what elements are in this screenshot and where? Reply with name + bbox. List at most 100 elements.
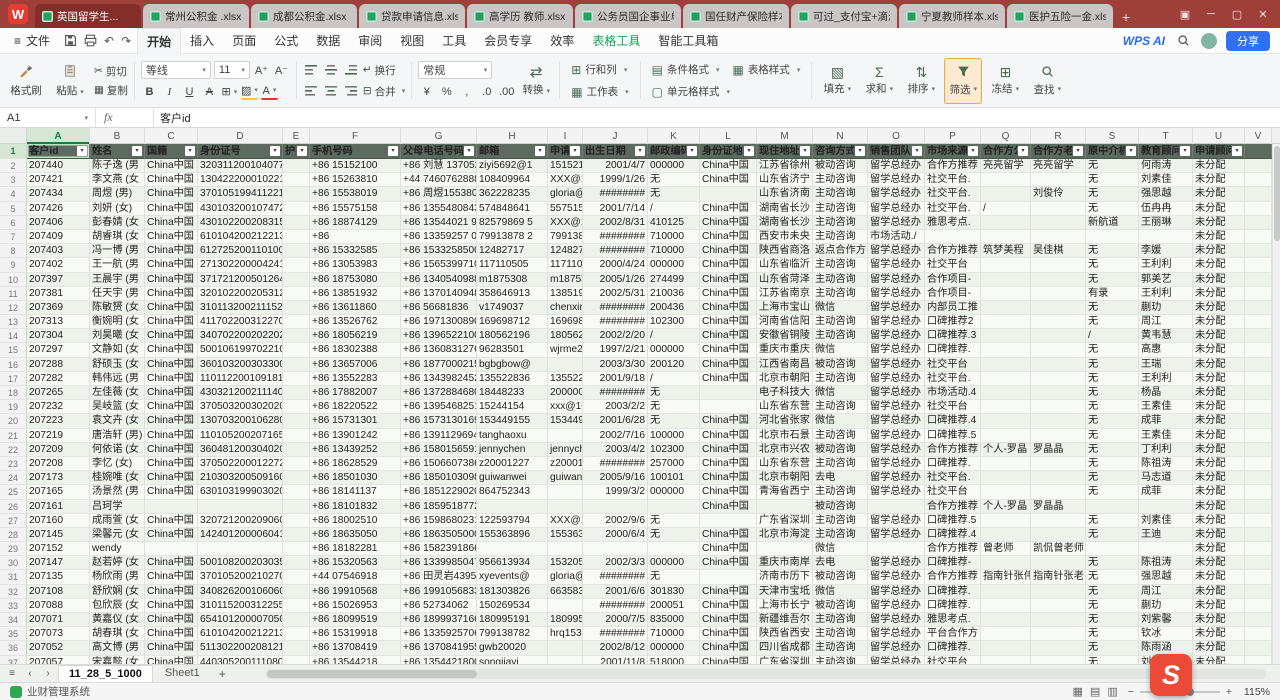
cell[interactable]: 李媛 [1139, 244, 1193, 258]
row-number[interactable]: 17 [0, 372, 27, 386]
header-cell[interactable]: 姓名▾ [90, 144, 145, 159]
cell[interactable]: 55751588 [548, 202, 583, 216]
cell[interactable]: 主动咨询 [813, 216, 868, 230]
filter-dropdown-icon[interactable]: ▾ [1073, 146, 1083, 156]
cell[interactable]: 未分配 [1193, 202, 1245, 216]
cell[interactable]: 未分配 [1193, 599, 1245, 613]
cell[interactable]: +86 1372884680 [401, 386, 477, 400]
cell[interactable]: 青海省西宁 [757, 485, 813, 499]
cell[interactable]: 电子科技大 [757, 386, 813, 400]
row-number[interactable]: 33 [0, 599, 27, 613]
cell[interactable] [700, 386, 757, 400]
cell[interactable]: +86 15538019 [310, 187, 401, 201]
cell[interactable] [1031, 216, 1086, 230]
cell[interactable]: 未分配 [1193, 556, 1245, 570]
cell[interactable]: 高文博 (男 [90, 641, 145, 655]
underline-button[interactable]: U [181, 83, 198, 100]
cell[interactable]: 835000 [648, 613, 700, 627]
cell[interactable]: 成菲 [1139, 485, 1193, 499]
cell[interactable]: 207403 [27, 244, 90, 258]
filter-dropdown-icon[interactable]: ▾ [77, 146, 87, 156]
cell[interactable]: 新航道 [1086, 216, 1139, 230]
cell[interactable] [283, 202, 310, 216]
cell[interactable]: 无 [1086, 485, 1139, 499]
cell[interactable]: 无 [1086, 187, 1139, 201]
cell[interactable] [283, 159, 310, 173]
cell[interactable] [283, 414, 310, 428]
cell[interactable]: 1997/2/21 [583, 343, 648, 357]
cell[interactable]: 未分配 [1193, 244, 1245, 258]
cell[interactable]: 黄嘉仪 (女 [90, 613, 145, 627]
cell[interactable]: 山东省济南 [757, 187, 813, 201]
cell[interactable]: +86 13611860 [310, 301, 401, 315]
column-header-Q[interactable]: Q [981, 128, 1031, 144]
cell[interactable] [198, 500, 283, 514]
cell[interactable]: 袁文卉 (女 [90, 414, 145, 428]
cell[interactable]: 2002/7/16 [583, 429, 648, 443]
cell[interactable] [1031, 173, 1086, 187]
cell[interactable]: 210036 [648, 287, 700, 301]
cell[interactable]: 610104200212213421 [198, 230, 283, 244]
cell[interactable]: ######## [583, 301, 648, 315]
workspace-icon[interactable]: ▣ [1172, 0, 1198, 28]
cell[interactable]: 被动咨询 [813, 500, 868, 514]
cell[interactable]: China中国 [700, 471, 757, 485]
cell[interactable]: 210303200509160922 [198, 471, 283, 485]
cell[interactable]: 留学总经办 [868, 641, 925, 655]
worksheet-button[interactable]: ▦工作表▾ [566, 83, 633, 101]
cell[interactable]: 主动咨询 [813, 230, 868, 244]
cell[interactable]: 王利利 [1139, 287, 1193, 301]
cell[interactable]: 82579869 5 [477, 216, 548, 230]
cell[interactable] [283, 301, 310, 315]
cell[interactable]: 未分配 [1193, 273, 1245, 287]
row-number[interactable]: 16 [0, 358, 27, 372]
cell[interactable] [283, 173, 310, 187]
menu-tab-表格工具[interactable]: 表格工具 [583, 28, 649, 54]
cell[interactable]: 2000/4/24 [583, 258, 648, 272]
cell[interactable] [1031, 372, 1086, 386]
search-icon[interactable] [1171, 34, 1196, 47]
cell[interactable]: 207440 [27, 159, 90, 173]
cell[interactable] [981, 386, 1031, 400]
cell[interactable]: +86 18220522 [310, 400, 401, 414]
rows-cols-button[interactable]: ⊞行和列▾ [566, 61, 633, 79]
cell[interactable]: 河北省张家 [757, 414, 813, 428]
cell[interactable]: 赵若婷 (女 [90, 556, 145, 570]
cell[interactable]: 155363896 [477, 528, 548, 542]
cell[interactable]: 207088 [27, 599, 90, 613]
column-header-C[interactable]: C [145, 128, 198, 144]
cell[interactable]: 口碑推荐.4 [925, 528, 981, 542]
cell[interactable]: ######## [583, 599, 648, 613]
cell[interactable]: 留学总经办 [868, 656, 925, 664]
cell[interactable]: 郭美艺 [1139, 273, 1193, 287]
cell[interactable]: 周江 [1139, 585, 1193, 599]
cell[interactable]: 山东省东营 [757, 400, 813, 414]
cell[interactable] [648, 500, 700, 514]
cell[interactable]: 王丽琳 [1139, 216, 1193, 230]
fill-color-button[interactable]: ▨▾ [241, 83, 258, 100]
cell[interactable] [283, 429, 310, 443]
cell[interactable] [1086, 500, 1139, 514]
cell[interactable]: 未分配 [1193, 386, 1245, 400]
cell[interactable]: 无 [1086, 641, 1139, 655]
cell[interactable]: 主动咨询 [813, 315, 868, 329]
zoom-level[interactable]: 115% [1238, 686, 1270, 698]
cell[interactable]: 710000 [648, 244, 700, 258]
cell[interactable]: +86 1877000215 [401, 358, 477, 372]
menu-tab-会员专享[interactable]: 会员专享 [475, 28, 541, 54]
cell[interactable]: China中国 [700, 599, 757, 613]
cell[interactable]: 刘昊曦 (女 [90, 329, 145, 343]
cell[interactable]: 市场活动.4 [925, 386, 981, 400]
cell[interactable]: +86 13708419 [310, 641, 401, 655]
cell[interactable]: 内部员工推 [925, 301, 981, 315]
row-number[interactable]: 31 [0, 570, 27, 584]
cell[interactable]: guiwanwei [548, 471, 583, 485]
cell[interactable] [283, 570, 310, 584]
cell[interactable] [1245, 485, 1272, 499]
cell[interactable] [1245, 159, 1272, 173]
cell[interactable]: 无 [1086, 570, 1139, 584]
column-header-A[interactable]: A [27, 128, 90, 144]
cell[interactable]: 韩伟远 (男 [90, 372, 145, 386]
row-number[interactable]: 11 [0, 287, 27, 301]
cell[interactable]: 主动咨询 [813, 613, 868, 627]
